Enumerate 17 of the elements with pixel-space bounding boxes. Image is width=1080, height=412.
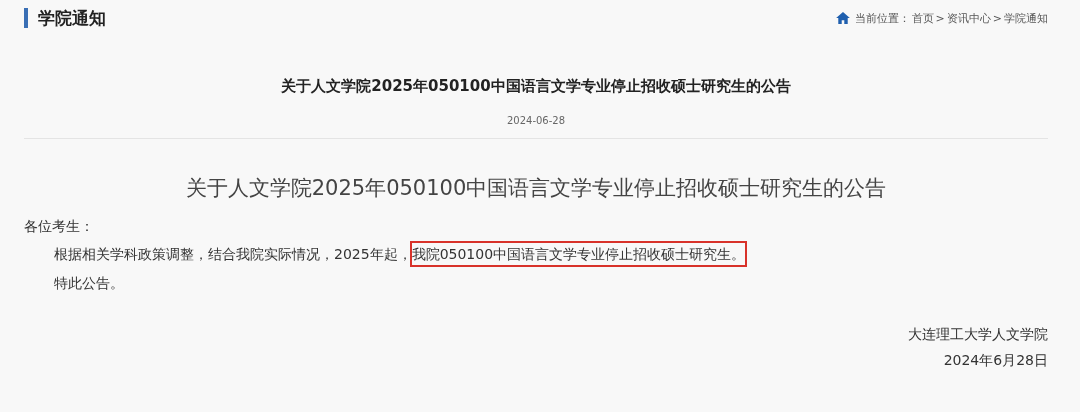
breadcrumb-link[interactable]: 首页: [911, 10, 934, 26]
section-title: 学院通知: [24, 8, 106, 28]
signed-date: 2024年6月28日: [942, 352, 1048, 370]
paragraph-text: 特此公告。: [54, 275, 124, 291]
salutation: 各位考生：: [24, 218, 95, 236]
breadcrumb-link[interactable]: 学院通知: [1004, 10, 1048, 26]
article-heading: 关于人文学院2025年050100中国语言文学专业停止招收硕士研究生的公告: [184, 175, 888, 202]
paragraph-text: 根据相关学科政策调整，结合我院实际情况，2025年起，: [54, 246, 412, 262]
breadcrumb-link[interactable]: 资讯中心: [946, 10, 991, 26]
highlight-box: 我院050100中国语言文学专业停止招收硕士研究生。: [411, 243, 746, 265]
breadcrumb-label: 当前位置：: [854, 10, 910, 26]
article-date: 2024-06-28: [505, 115, 567, 126]
home-icon: [835, 12, 850, 24]
article-title: 关于人文学院2025年050100中国语言文学专业停止招收硕士研究生的公告: [280, 77, 792, 96]
signature: 大连理工大学人文学院: [907, 326, 1048, 344]
breadcrumb-separator: >: [992, 11, 1002, 25]
breadcrumb-separator: >: [935, 11, 945, 25]
